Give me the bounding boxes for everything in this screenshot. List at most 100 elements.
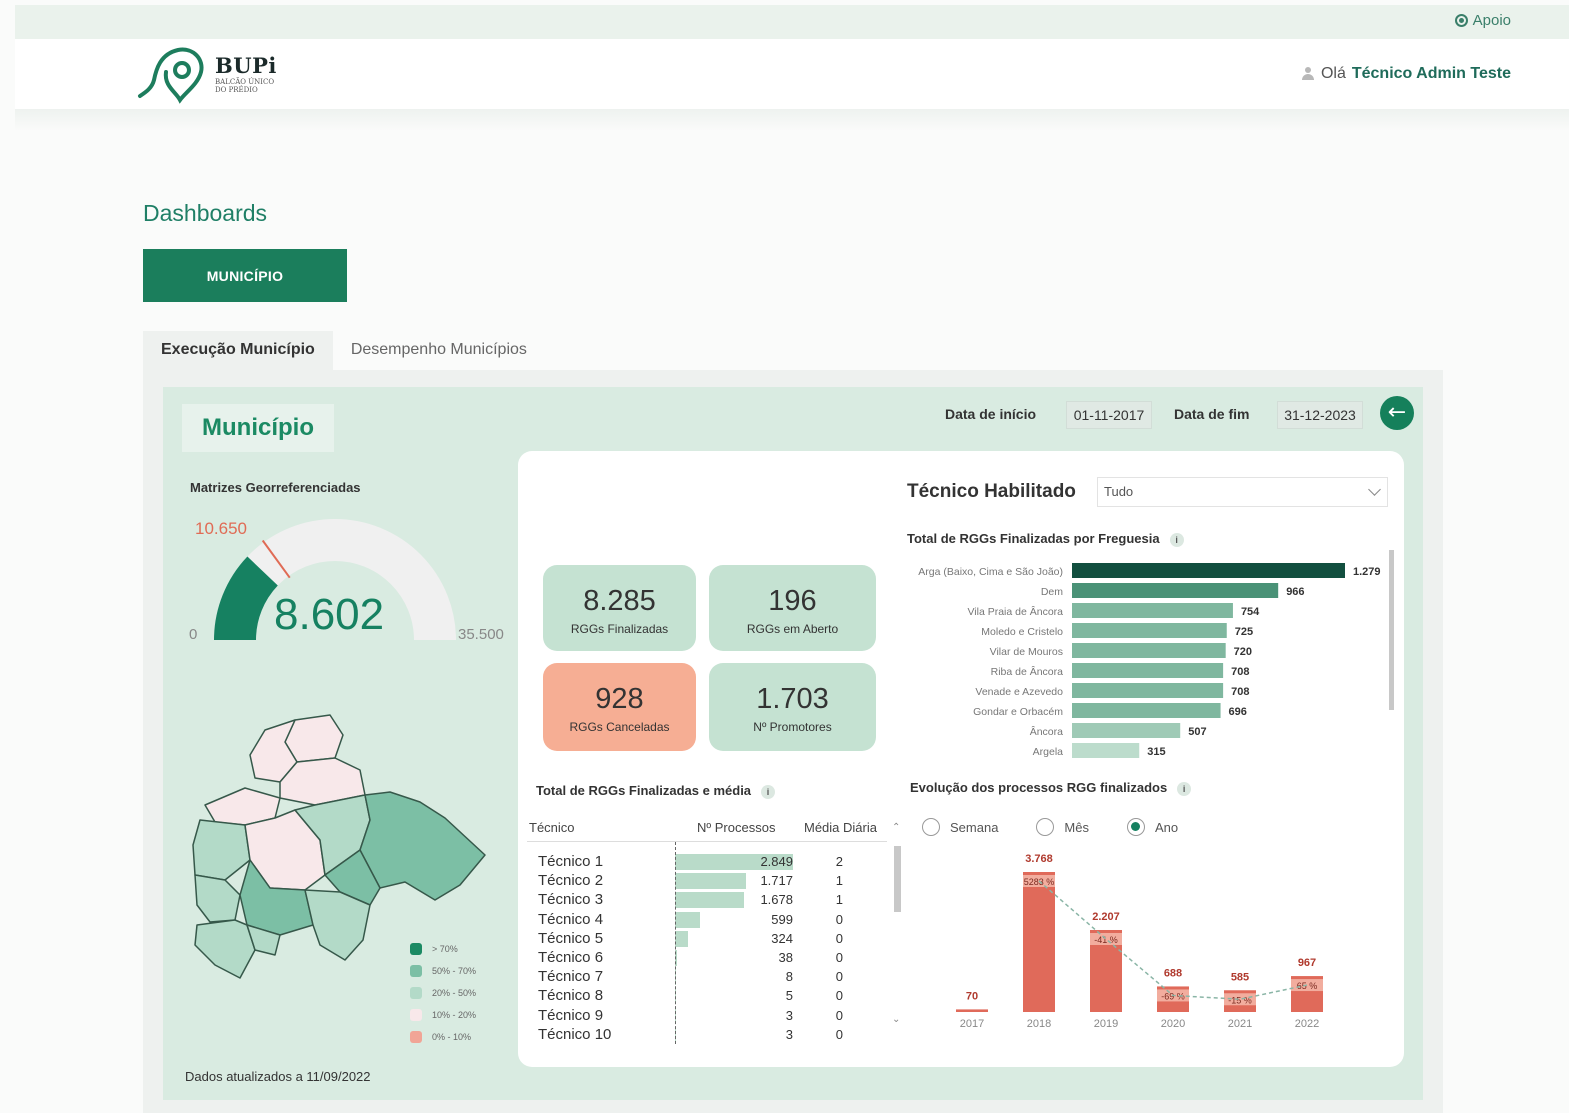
table-row[interactable]: Técnico 1 2.849 2 (527, 852, 887, 871)
process-count: 1.678 (760, 892, 793, 908)
map-region-east[interactable] (359, 791, 486, 901)
freguesia-scrollbar[interactable] (1389, 550, 1394, 710)
freguesia-bar[interactable] (1072, 743, 1140, 758)
freguesia-value: 708 (1231, 686, 1249, 698)
map-region-southwest-lower[interactable] (194, 919, 256, 979)
legend-item: > 70% (410, 938, 476, 960)
legend-label: 10% - 20% (432, 1010, 477, 1020)
kpi-promotores: 1.703 Nº Promotores (709, 663, 876, 751)
daily-average: 2 (835, 854, 843, 869)
board-title: Município (182, 404, 334, 452)
freguesia-bar[interactable] (1072, 643, 1226, 658)
legend-item: 10% - 20% (410, 1004, 476, 1026)
table-row[interactable]: Técnico 2 1.717 1 (527, 871, 887, 890)
info-icon[interactable]: i (1169, 532, 1184, 547)
table-scrollbar[interactable] (894, 846, 901, 912)
map-region-south-east[interactable] (304, 889, 371, 961)
evolution-bar[interactable] (1023, 872, 1055, 1012)
kpi-value: 1.703 (756, 683, 829, 715)
year-label: 2021 (1228, 1018, 1252, 1030)
user-menu[interactable]: Olá Técnico Admin Teste (1301, 65, 1511, 83)
freguesia-value: 966 (1286, 586, 1304, 598)
table-row[interactable]: Técnico 3 1.678 1 (527, 890, 887, 909)
freguesia-bar[interactable] (1072, 603, 1233, 618)
support-link[interactable]: Apoio (1454, 12, 1511, 29)
tecnico-name: Técnico 6 (538, 949, 604, 966)
legend-label: > 70% (432, 944, 458, 954)
table-row[interactable]: Técnico 8 5 0 (527, 986, 887, 1005)
freguesia-label: Vila Praia de Âncora (967, 605, 1063, 618)
radio-semana[interactable]: Semana (922, 818, 998, 836)
legend-item: 20% - 50% (410, 982, 476, 1004)
legend-swatch (410, 1009, 422, 1021)
daily-average: 0 (835, 988, 843, 1004)
tecnico-select-value: Tudo (1104, 484, 1134, 499)
lifebuoy-icon (1454, 14, 1468, 27)
freguesia-bar[interactable] (1072, 623, 1227, 638)
legend-swatch (410, 1031, 422, 1043)
tech-table-title-text: Total de RGGs Finalizadas e média (536, 783, 752, 798)
radio-circle (1036, 818, 1055, 836)
gauge-value: 8.602 (274, 590, 385, 639)
radio-circle-selected (1126, 818, 1145, 836)
tecnico-select[interactable]: Tudo (1097, 477, 1388, 507)
daily-average: 0 (835, 911, 843, 927)
start-date-field[interactable]: 01-11-2017 (1066, 401, 1152, 429)
freguesia-bar[interactable] (1072, 703, 1221, 718)
evolution-bar[interactable] (956, 1009, 988, 1012)
freguesia-bar[interactable] (1072, 683, 1224, 698)
freguesia-label: Vilar de Mouros (990, 646, 1063, 658)
column-header-processos[interactable]: Nº Processos (697, 820, 775, 835)
freguesia-value: 754 (1241, 606, 1260, 618)
freguesia-label: Dem (1041, 586, 1063, 598)
change-label: -15 % (1228, 995, 1252, 1005)
tecnico-name: Técnico 10 (538, 1025, 612, 1043)
tab-desempenho-municipios[interactable]: Desempenho Municípios (333, 331, 545, 371)
freguesia-bar[interactable] (1072, 563, 1345, 578)
process-count: 324 (771, 930, 793, 946)
tecnico-name: Técnico 8 (538, 987, 604, 1005)
scroll-up-icon[interactable]: ⌃ (892, 822, 900, 833)
logo-subtitle: BALCÃO ÚNICO DO PRÉDIO (215, 78, 275, 94)
column-header-media-diaria[interactable]: Média Diária (804, 820, 877, 835)
trend-line (1038, 880, 1308, 1001)
radio-mes[interactable]: Mês (1036, 818, 1089, 836)
process-count: 599 (771, 911, 793, 927)
table-row[interactable]: Técnico 7 8 0 (527, 967, 887, 986)
table-row[interactable]: Técnico 6 38 0 (527, 948, 887, 967)
info-icon[interactable]: i (761, 784, 776, 799)
kpi-label: Nº Promotores (753, 720, 832, 734)
kpi-value: 196 (768, 585, 817, 617)
map-region-west-coast[interactable] (192, 819, 251, 881)
daily-average: 0 (835, 1007, 843, 1023)
tab-bar: Execução Município Desempenho Municípios (143, 331, 545, 371)
kpi-value: 928 (595, 683, 644, 715)
scroll-down-icon[interactable]: ⌄ (892, 1014, 900, 1025)
support-label: Apoio (1472, 12, 1511, 29)
legend-item: 0% - 10% (410, 1026, 476, 1048)
radio-ano[interactable]: Ano (1126, 818, 1178, 836)
legend-swatch (410, 965, 422, 977)
table-row[interactable]: Técnico 10 3 0 (527, 1025, 887, 1044)
info-icon[interactable]: i (1177, 781, 1192, 796)
end-date-field[interactable]: 31-12-2023 (1277, 401, 1363, 429)
table-row[interactable]: Técnico 5 324 0 (527, 929, 887, 948)
map-region-southwest[interactable] (194, 874, 241, 923)
tech-table-title: Total de RGGs Finalizadas e média i (536, 783, 776, 799)
evolution-value: 2.207 (1092, 911, 1120, 923)
table-row[interactable]: Técnico 9 3 0 (527, 1006, 887, 1025)
column-header-tecnico[interactable]: Técnico (529, 820, 575, 835)
freguesia-value: 1.279 (1353, 566, 1381, 578)
back-button[interactable]: ← (1380, 396, 1414, 430)
freguesia-bar[interactable] (1072, 583, 1279, 598)
freguesia-bar[interactable] (1072, 723, 1181, 738)
kpi-label: RGGs Canceladas (569, 720, 670, 734)
process-count: 2.849 (760, 854, 793, 869)
process-count: 5 (785, 988, 793, 1004)
municipio-button[interactable]: MUNICÍPIO (143, 249, 347, 302)
tab-execucao-municipio[interactable]: Execução Município (143, 331, 333, 371)
freguesia-bar[interactable] (1072, 663, 1224, 678)
freguesia-value: 725 (1235, 626, 1253, 638)
table-row[interactable]: Técnico 4 599 0 (527, 910, 887, 929)
tecnico-habilitado-label: Técnico Habilitado (907, 481, 1076, 502)
